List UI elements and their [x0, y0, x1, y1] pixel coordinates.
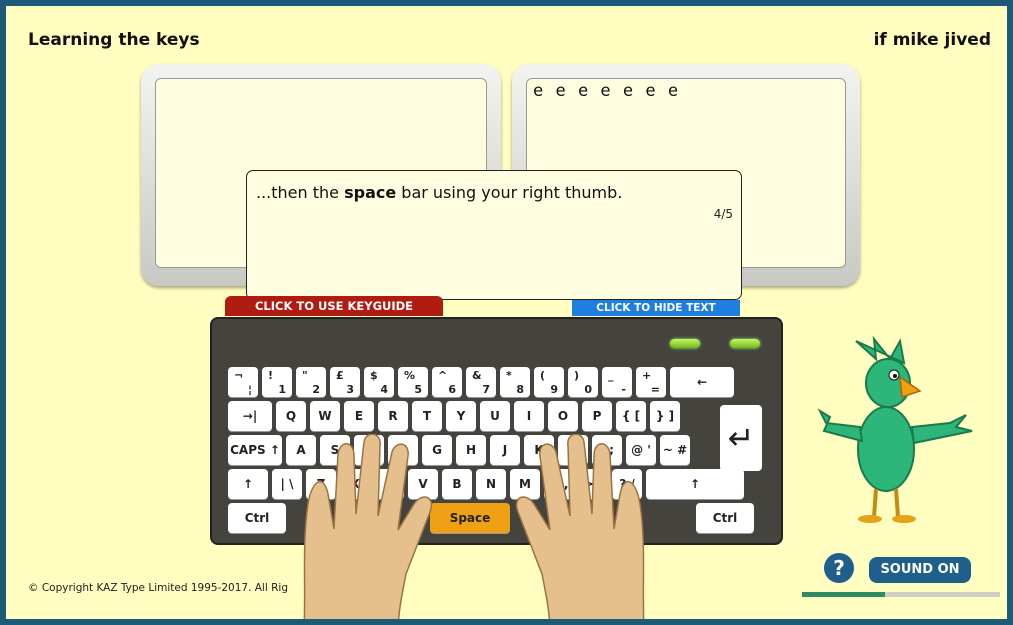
help-button[interactable]: ? — [824, 553, 854, 583]
page-title: Learning the keys — [28, 30, 200, 50]
key-r[interactable]: R — [378, 401, 408, 431]
indicator-light — [670, 339, 700, 348]
lesson-progress-fill — [802, 592, 886, 597]
key-shift-symbol: ¬ — [234, 369, 244, 382]
key-base-symbol: - — [621, 383, 626, 396]
key-base-symbol: = — [650, 383, 660, 396]
key-7[interactable]: & 7 — [466, 367, 496, 397]
key--[interactable]: _ - — [602, 367, 632, 397]
key-e[interactable]: E — [344, 401, 374, 431]
key-5[interactable]: % 5 — [398, 367, 428, 397]
app-frame: Learning the keys if mike jived e e e e … — [6, 6, 1007, 619]
key-9[interactable]: (9 — [534, 367, 564, 397]
key-base-symbol: 2 — [312, 383, 320, 396]
key-}-][interactable]: } ] — [650, 401, 680, 431]
keyboard-row-numbers: ¬ ¦! 1 " 2 £3 $4% 5 ^ 6 & 7 * 8(9) 0 _ - + = ← — [228, 367, 734, 397]
key-p[interactable]: P — [582, 401, 612, 431]
key-shift-symbol: £ — [336, 369, 344, 382]
enter-key[interactable]: ↵ — [720, 405, 762, 471]
key-3[interactable]: £3 — [330, 367, 360, 397]
keyguide-tab[interactable]: CLICK TO USE KEYGUIDE — [225, 296, 443, 316]
key-ctrl[interactable]: Ctrl — [696, 503, 754, 533]
key-1[interactable]: ! 1 — [262, 367, 292, 397]
instruction-text: ...then the space bar using your right t… — [256, 183, 622, 202]
key-~-#[interactable]: ~ # — [660, 435, 690, 465]
sound-toggle-button[interactable]: SOUND ON — [869, 557, 971, 583]
key-base-symbol: 7 — [482, 383, 490, 396]
key-shift-symbol: $ — [370, 369, 378, 382]
practice-phrase: if mike jived — [873, 30, 991, 50]
key-base-symbol: 3 — [346, 383, 354, 396]
hands-illustration — [303, 434, 645, 619]
key-¦[interactable]: ¬ ¦ — [228, 367, 258, 397]
key-shift-symbol: ! — [268, 369, 274, 382]
key-8[interactable]: * 8 — [500, 367, 530, 397]
typed-text: e e e e e e e — [533, 81, 680, 101]
key-=[interactable]: + = — [636, 367, 666, 397]
key-base-symbol: ¦ — [247, 383, 252, 396]
lesson-progress-bar — [802, 592, 1000, 597]
indicator-light — [730, 339, 760, 348]
keyboard-row-top: →| Q W E R T Y U I O P{ [} ] — [228, 401, 680, 431]
key-↑[interactable]: ↑ — [646, 469, 744, 499]
key-o[interactable]: O — [548, 401, 578, 431]
key-base-symbol: 1 — [278, 383, 286, 396]
key-caps-↑[interactable]: CAPS ↑ — [228, 435, 282, 465]
key-shift-symbol: ) — [574, 369, 580, 382]
key-shift-symbol: * — [506, 369, 512, 382]
key-ctrl[interactable]: Ctrl — [228, 503, 286, 533]
mascot-bird — [817, 335, 973, 523]
key-i[interactable]: I — [514, 401, 544, 431]
key-shift-symbol: & — [472, 369, 482, 382]
key-base-symbol: 4 — [380, 383, 388, 396]
hide-text-tab[interactable]: CLICK TO HIDE TEXT — [572, 300, 740, 316]
key-base-symbol: 9 — [550, 383, 558, 396]
key-4[interactable]: $4 — [364, 367, 394, 397]
key-→|[interactable]: →| — [228, 401, 272, 431]
instruction-box: ...then the space bar using your right t… — [246, 170, 742, 300]
instruction-text-pre: ...then the — [256, 183, 345, 202]
key-{-[[interactable]: { [ — [616, 401, 646, 431]
key-t[interactable]: T — [412, 401, 442, 431]
key-shift-symbol: " — [302, 369, 308, 382]
key-shift-symbol: + — [642, 369, 652, 382]
key-shift-symbol: _ — [608, 369, 614, 382]
key-base-symbol: 5 — [414, 383, 422, 396]
key-y[interactable]: Y — [446, 401, 476, 431]
key-base-symbol: 0 — [584, 383, 592, 396]
key-0[interactable]: ) 0 — [568, 367, 598, 397]
key-shift-symbol: ( — [540, 369, 546, 382]
key-w[interactable]: W — [310, 401, 340, 431]
key-↑[interactable]: ↑ — [228, 469, 268, 499]
key-u[interactable]: U — [480, 401, 510, 431]
instruction-text-post: bar using your right thumb. — [396, 183, 623, 202]
key-6[interactable]: ^ 6 — [432, 367, 462, 397]
copyright-notice: © Copyright KAZ Type Limited 1995-2017. … — [28, 582, 288, 594]
key-base-symbol: 6 — [448, 383, 456, 396]
key-shift-symbol: ^ — [438, 369, 448, 382]
instruction-page-counter: 4/5 — [713, 207, 733, 221]
key-base-symbol: 8 — [516, 383, 524, 396]
key-←[interactable]: ← — [670, 367, 734, 397]
key-q[interactable]: Q — [276, 401, 306, 431]
instruction-key: space — [344, 183, 397, 202]
key-2[interactable]: " 2 — [296, 367, 326, 397]
key-shift-symbol: % — [404, 369, 416, 382]
